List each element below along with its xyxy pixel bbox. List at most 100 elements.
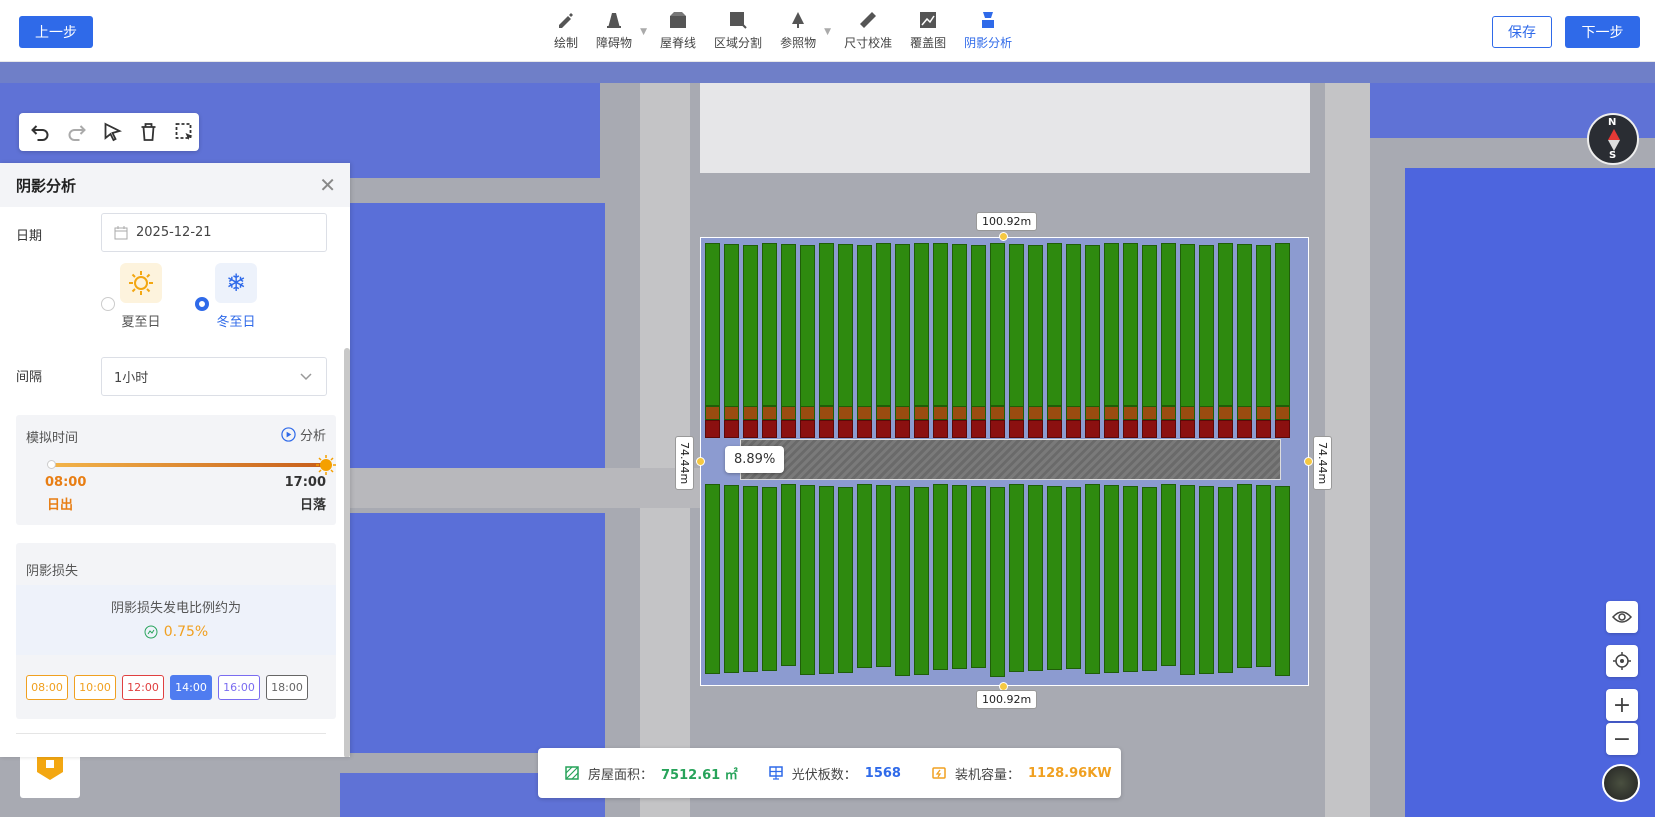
pv-panel-strip [914, 243, 929, 406]
resize-handle[interactable] [1304, 457, 1313, 466]
pv-panel-strip [1123, 420, 1138, 438]
pv-panel-strip [1218, 420, 1233, 438]
winter-option[interactable]: ❄ 冬至日 [215, 263, 257, 330]
save-button[interactable]: 保存 [1492, 16, 1552, 48]
simulation-card: 模拟时间 分析 08:00 17:00 日出 日落 [16, 415, 336, 525]
time-button[interactable]: 14:00 [170, 675, 212, 700]
pv-panel-strip [724, 485, 739, 673]
calendar-icon [114, 225, 128, 239]
tool-label: 阴影分析 [964, 36, 1013, 50]
time-button[interactable]: 16:00 [218, 675, 260, 700]
tool-ruler[interactable]: 尺寸校准 [835, 10, 901, 54]
pv-panel-strip [1237, 484, 1252, 668]
chevron-down-icon: ▼ [824, 27, 832, 37]
summer-option[interactable]: 夏至日 [120, 263, 162, 330]
compass-south: S [1609, 150, 1617, 161]
tool-shadow[interactable]: 阴影分析 [955, 10, 1021, 54]
pv-panel-strip [1066, 406, 1081, 420]
interval-select[interactable]: 1小时 [101, 357, 327, 396]
pv-panel-strip [1123, 486, 1138, 672]
undo-icon[interactable] [27, 120, 54, 144]
time-button[interactable]: 18:00 [266, 675, 308, 700]
pv-panel-strip [933, 243, 948, 406]
chevron-down-icon: ▼ [640, 27, 648, 37]
tool-draw[interactable]: 绘制 [545, 10, 587, 54]
pv-panel-strip [1275, 243, 1290, 406]
pv-panel-strip [1142, 245, 1157, 408]
time-button[interactable]: 12:00 [122, 675, 164, 700]
tool-ridge[interactable]: 屋脊线 [651, 10, 705, 54]
pv-panel-strip [990, 243, 1005, 406]
select-pointer-icon[interactable] [99, 120, 126, 144]
date-input[interactable]: 2025-12-21 [101, 213, 327, 252]
winter-radio[interactable] [195, 297, 209, 311]
redo-icon[interactable] [63, 120, 90, 144]
time-button[interactable]: 10:00 [74, 675, 116, 700]
capacity-label: 装机容量： [954, 767, 1020, 783]
locate-button[interactable] [1606, 645, 1638, 677]
pv-panel-strip [705, 484, 720, 674]
pv-panel-strip [1180, 244, 1195, 407]
summer-radio[interactable] [101, 297, 115, 311]
pv-panel-strip [990, 406, 1005, 420]
tool-reference[interactable]: 参照物 ▼ [771, 10, 831, 54]
next-step-button[interactable]: 下一步 [1565, 16, 1640, 48]
visibility-toggle[interactable] [1606, 601, 1638, 633]
pv-panel-strip [1104, 243, 1119, 406]
pv-panel-strip [914, 406, 929, 420]
pv-panel-strip [1047, 486, 1062, 670]
sun-slider-thumb[interactable] [316, 455, 336, 475]
minus-icon: − [1612, 726, 1632, 752]
summer-label: 夏至日 [121, 315, 161, 330]
ridge-icon [670, 12, 687, 28]
tool-overlay[interactable]: 覆盖图 [901, 10, 955, 54]
pv-panel-strip [1180, 420, 1195, 438]
scrollbar[interactable] [344, 348, 350, 757]
pv-panel-strip [1047, 406, 1062, 420]
pv-panel-strip [857, 245, 872, 408]
resize-handle[interactable] [999, 232, 1008, 241]
pv-panel-strip [1161, 484, 1176, 666]
pv-panel-strip [1066, 420, 1081, 438]
zoom-in-button[interactable]: + [1606, 689, 1638, 721]
basemap-switch[interactable] [1602, 764, 1640, 802]
close-icon[interactable]: ✕ [319, 173, 336, 197]
delete-icon[interactable] [135, 120, 162, 144]
zoom-out-button[interactable]: − [1606, 723, 1638, 755]
snowflake-icon: ❄ [215, 263, 257, 303]
roof-obstacle[interactable] [740, 439, 1281, 480]
pv-panel-strip [952, 485, 967, 669]
pv-panel-strip [1123, 406, 1138, 420]
pv-panel-strip [705, 420, 720, 438]
sunrise-label: 日出 [47, 498, 74, 513]
pv-panel-strip [1028, 406, 1043, 420]
resize-handle[interactable] [696, 457, 705, 466]
pv-panel-strip [1066, 487, 1081, 669]
prev-step-button[interactable]: 上一步 [19, 16, 93, 48]
pv-panel-strip [800, 420, 815, 438]
analyze-button[interactable]: 分析 [281, 425, 326, 444]
area-icon [565, 766, 579, 780]
pv-panel-strip [952, 244, 967, 407]
pv-panel-strip [914, 487, 929, 675]
pv-panel-strip [1161, 243, 1176, 406]
tool-split[interactable]: 区域分割 [705, 10, 771, 54]
pv-panel-strip [1028, 420, 1043, 438]
tool-obstacle[interactable]: 障碍物 ▼ [587, 10, 647, 54]
time-button[interactable]: 08:00 [26, 675, 68, 700]
pv-panel-strip [1199, 420, 1214, 438]
pv-panel-strip [895, 406, 910, 420]
pv-panel-strip [1218, 243, 1233, 406]
pv-panel-strip [990, 487, 1005, 677]
pv-panel-strip [819, 406, 834, 420]
pv-panel-strip [1047, 420, 1062, 438]
dimension-left: 74.44m [675, 436, 694, 491]
loss-desc: 阴影损失发电比例约为 [110, 601, 241, 616]
pv-panel-strip [705, 243, 720, 406]
pv-panel-strip [762, 487, 777, 671]
box-select-icon[interactable] [171, 120, 198, 144]
compass-icon[interactable]: N S [1587, 113, 1639, 165]
sim-label: 模拟时间 [26, 431, 79, 446]
time-slider-track[interactable] [47, 455, 336, 475]
shadow-icon [982, 12, 995, 28]
